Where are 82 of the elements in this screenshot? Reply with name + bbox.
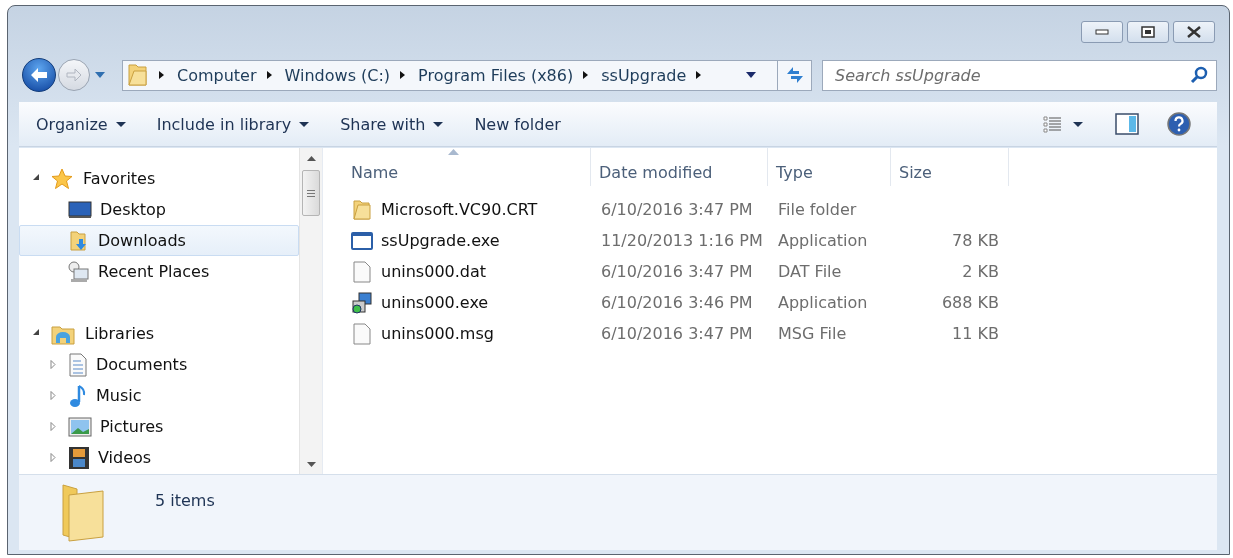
file-type: MSG File (778, 324, 847, 343)
close-button[interactable] (1173, 21, 1215, 43)
date-modified: 11/20/2013 1:16 PM (601, 231, 763, 250)
nav-item[interactable]: Recent Places (19, 256, 299, 287)
nav-item[interactable]: Music (19, 380, 299, 411)
file-type: File folder (778, 200, 857, 219)
back-arrow-icon (29, 67, 49, 83)
search-icon (1190, 65, 1208, 84)
date-modified: 6/10/2016 3:47 PM (601, 200, 753, 219)
column-header[interactable]: Size (891, 148, 1009, 186)
details-view-icon (1043, 115, 1063, 133)
down-arrow-icon (306, 461, 316, 467)
toolbar-button[interactable]: New folder (474, 110, 561, 138)
maximize-button[interactable] (1127, 21, 1169, 43)
document-icon (68, 352, 88, 377)
file-name[interactable]: unins000.msg (381, 324, 494, 343)
picture-icon (68, 416, 92, 437)
search-field[interactable]: Search ssUpgrade (822, 59, 1217, 91)
column-header[interactable]: Date modified (591, 148, 768, 186)
file-name[interactable]: unins000.exe (381, 293, 489, 312)
nav-header[interactable]: Favorites (83, 169, 156, 188)
file-name[interactable]: ssUpgrade.exe (381, 231, 500, 250)
expander-icon[interactable] (33, 174, 41, 183)
recent-pages-button[interactable] (92, 71, 108, 79)
date-modified: 6/10/2016 3:47 PM (601, 324, 753, 343)
folder-icon (352, 198, 372, 221)
toolbar-button[interactable]: Share with (340, 110, 444, 138)
nav-header[interactable]: Libraries (85, 324, 155, 343)
file-icon (353, 322, 371, 345)
nav-item[interactable]: Downloads (19, 225, 299, 256)
column-header[interactable]: Name (343, 148, 591, 186)
music-note-icon (68, 383, 88, 408)
file-name[interactable]: unins000.dat (381, 262, 487, 281)
help-icon (1167, 112, 1191, 136)
date-modified: 6/10/2016 3:47 PM (601, 262, 753, 281)
expander-icon[interactable] (33, 329, 41, 338)
caret-icon (299, 121, 310, 127)
installer-icon (351, 291, 373, 314)
caret-icon (745, 71, 757, 79)
breadcrumb[interactable]: ssUpgrade (601, 65, 687, 85)
nav-item[interactable]: Pictures (19, 411, 299, 442)
nav-item[interactable]: Documents (19, 349, 299, 380)
file-name[interactable]: Microsoft.VC90.CRT (381, 200, 538, 219)
date-modified: 6/10/2016 3:46 PM (601, 293, 753, 312)
monitor-icon (68, 200, 92, 219)
file-size: 78 KB (952, 231, 999, 250)
back-button[interactable] (22, 58, 56, 92)
caret-icon (433, 121, 444, 127)
breadcrumb[interactable]: Computer (177, 65, 257, 85)
preview-pane-icon (1115, 113, 1139, 135)
item-count: 5 items (155, 491, 215, 510)
star-icon (51, 167, 73, 190)
caret-icon (94, 71, 106, 79)
application-window-icon (351, 231, 373, 250)
nav-item[interactable]: Desktop (19, 194, 299, 225)
nav-item[interactable]: Videos (19, 442, 299, 473)
file-size: 2 KB (962, 262, 999, 281)
address-bar[interactable]: Computer Windows (C:) Program Files (x86) ssUpgrade (122, 59, 812, 91)
caret-icon (115, 121, 126, 127)
film-strip-icon (68, 445, 90, 470)
grip-icon (307, 189, 315, 197)
scrollbar[interactable] (299, 148, 322, 474)
breadcrumb[interactable]: Program Files (x86) (418, 65, 574, 85)
toolbar-button[interactable]: Include in library (156, 110, 310, 138)
breadcrumb[interactable]: Windows (C:) (284, 65, 391, 85)
toolbar-button[interactable]: Organize (36, 110, 126, 138)
recent-places-icon (68, 260, 90, 283)
scroll-thumb[interactable] (302, 170, 320, 216)
file-size: 688 KB (941, 293, 999, 312)
file-size: 11 KB (952, 324, 999, 343)
caret-icon (1073, 121, 1083, 127)
up-arrow-icon (306, 155, 316, 161)
folder-icon (127, 63, 149, 87)
column-header[interactable]: Type (768, 148, 891, 186)
close-icon (1186, 26, 1202, 38)
file-type: Application (778, 293, 868, 312)
file-icon (353, 260, 371, 283)
minimize-icon (1095, 29, 1109, 35)
file-type: DAT File (778, 262, 842, 281)
maximize-icon (1141, 26, 1155, 38)
file-type: Application (778, 231, 868, 250)
forward-arrow-icon (65, 68, 83, 82)
